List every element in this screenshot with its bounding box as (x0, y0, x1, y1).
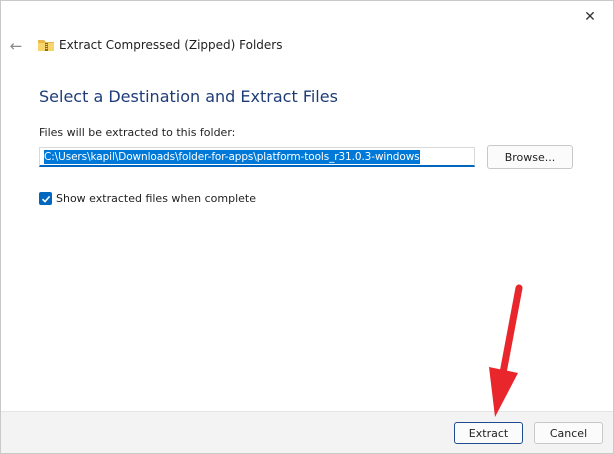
destination-path-text: C:\Users\kapil\Downloads\folder-for-apps… (44, 149, 420, 164)
dialog-title: Extract Compressed (Zipped) Folders (59, 38, 283, 52)
back-button[interactable]: ← (7, 37, 25, 55)
page-heading: Select a Destination and Extract Files (39, 87, 338, 106)
show-files-option[interactable]: Show extracted files when complete (39, 192, 256, 205)
close-icon: ✕ (584, 9, 596, 25)
checkmark-icon (41, 195, 50, 203)
destination-path-input[interactable]: C:\Users\kapil\Downloads\folder-for-apps… (39, 147, 475, 167)
dialog-footer: Extract Cancel (1, 411, 613, 453)
red-arrow-annotation (489, 284, 523, 417)
cancel-button[interactable]: Cancel (534, 422, 603, 444)
show-files-label: Show extracted files when complete (56, 192, 257, 205)
destination-label: Files will be extracted to this folder: (39, 126, 236, 139)
zip-folder-icon (38, 40, 54, 51)
extract-button[interactable]: Extract (454, 422, 523, 444)
dialog-title-row: Extract Compressed (Zipped) Folders (37, 38, 283, 52)
close-button[interactable]: ✕ (577, 7, 603, 27)
show-files-checkbox[interactable] (39, 192, 52, 205)
arrow-left-icon: ← (9, 37, 23, 55)
browse-button[interactable]: Browse... (487, 145, 573, 169)
extract-dialog-window: ✕ ← Extract Compressed (Zipped) Folders … (0, 0, 614, 454)
